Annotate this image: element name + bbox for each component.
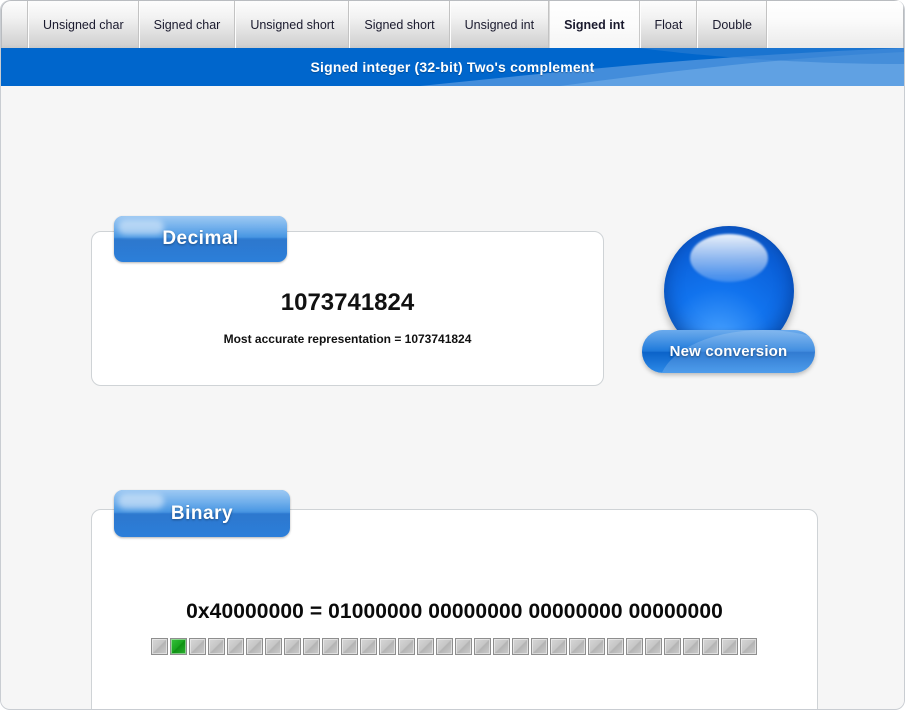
decimal-badge-label: Decimal: [162, 228, 239, 249]
bit-toggle-5[interactable]: [245, 638, 263, 655]
bit-toggle-20[interactable]: [530, 638, 548, 655]
bit-toggle-14[interactable]: [416, 638, 434, 655]
bit-toggle-17[interactable]: [473, 638, 491, 655]
bit-toggle-21[interactable]: [549, 638, 567, 655]
bit-toggle-2[interactable]: [188, 638, 206, 655]
bit-toggle-row: [92, 638, 817, 655]
bit-toggle-8[interactable]: [302, 638, 320, 655]
bit-toggle-24[interactable]: [606, 638, 624, 655]
tab-strip-trail-filler: [766, 1, 903, 48]
binary-panel: 0x40000000 = 01000000 00000000 00000000 …: [91, 509, 818, 709]
tab-signed-short[interactable]: Signed short: [349, 1, 450, 48]
bit-toggle-26[interactable]: [644, 638, 662, 655]
tab-float[interactable]: Float: [639, 1, 698, 48]
bit-toggle-19[interactable]: [511, 638, 529, 655]
bit-toggle-7[interactable]: [283, 638, 301, 655]
bit-toggle-4[interactable]: [226, 638, 244, 655]
bit-toggle-9[interactable]: [321, 638, 339, 655]
type-tab-strip: Unsigned char Signed char Unsigned short…: [1, 0, 904, 48]
tab-signed-int[interactable]: Signed int: [549, 1, 640, 48]
sphere-highlight-decoration: [690, 234, 768, 282]
binary-expression: 0x40000000 = 01000000 00000000 00000000 …: [186, 600, 723, 623]
tab-label: Signed short: [364, 17, 435, 32]
bit-toggle-29[interactable]: [701, 638, 719, 655]
new-conversion-label: New conversion: [669, 343, 788, 360]
bit-toggle-12[interactable]: [378, 638, 396, 655]
new-conversion-pill[interactable]: New conversion: [642, 330, 815, 373]
content-area: 1073741824 Most accurate representation …: [1, 86, 904, 709]
bit-toggle-10[interactable]: [340, 638, 358, 655]
bit-toggle-30[interactable]: [720, 638, 738, 655]
bit-toggle-28[interactable]: [682, 638, 700, 655]
tab-label: Unsigned int: [464, 17, 535, 32]
tab-label: Unsigned short: [250, 17, 335, 32]
bit-toggle-18[interactable]: [492, 638, 510, 655]
page-title-bar: Signed integer (32-bit) Two's complement: [1, 48, 904, 86]
tab-unsigned-char[interactable]: Unsigned char: [28, 1, 139, 48]
tab-signed-char[interactable]: Signed char: [138, 1, 236, 48]
bit-toggle-3[interactable]: [207, 638, 225, 655]
decimal-value: 1073741824: [280, 289, 415, 316]
tab-double[interactable]: Double: [697, 1, 767, 48]
tab-label: Double: [712, 17, 752, 32]
bit-toggle-23[interactable]: [587, 638, 605, 655]
decimal-accuracy-note: Most accurate representation = 107374182…: [223, 332, 472, 346]
badge-highlight-decoration: [118, 220, 164, 235]
tab-unsigned-short[interactable]: Unsigned short: [235, 1, 350, 48]
binary-badge-label: Binary: [170, 502, 234, 524]
bit-toggle-16[interactable]: [454, 638, 472, 655]
bit-toggle-27[interactable]: [663, 638, 681, 655]
bit-toggle-0[interactable]: [150, 638, 168, 655]
bit-toggle-13[interactable]: [397, 638, 415, 655]
bit-toggle-15[interactable]: [435, 638, 453, 655]
decimal-panel-badge: Decimal: [114, 216, 287, 262]
binary-panel-badge: Binary: [114, 490, 290, 537]
badge-highlight-decoration: [118, 494, 164, 509]
bit-toggle-11[interactable]: [359, 638, 377, 655]
tab-label: Float: [654, 17, 683, 32]
bit-toggle-31[interactable]: [739, 638, 757, 655]
tab-unsigned-int[interactable]: Unsigned int: [449, 1, 550, 48]
bit-toggle-1[interactable]: [169, 638, 187, 655]
bit-toggle-22[interactable]: [568, 638, 586, 655]
page-title: Signed integer (32-bit) Two's complement: [310, 59, 595, 75]
bit-toggle-25[interactable]: [625, 638, 643, 655]
new-conversion-button[interactable]: New conversion: [642, 226, 815, 381]
application-window: Unsigned char Signed char Unsigned short…: [0, 0, 905, 710]
tab-label: Unsigned char: [43, 17, 124, 32]
tab-label: Signed int: [564, 17, 625, 32]
tab-label: Signed char: [153, 17, 221, 32]
bit-toggle-6[interactable]: [264, 638, 282, 655]
tab-strip-lead-spacer: [2, 1, 28, 48]
